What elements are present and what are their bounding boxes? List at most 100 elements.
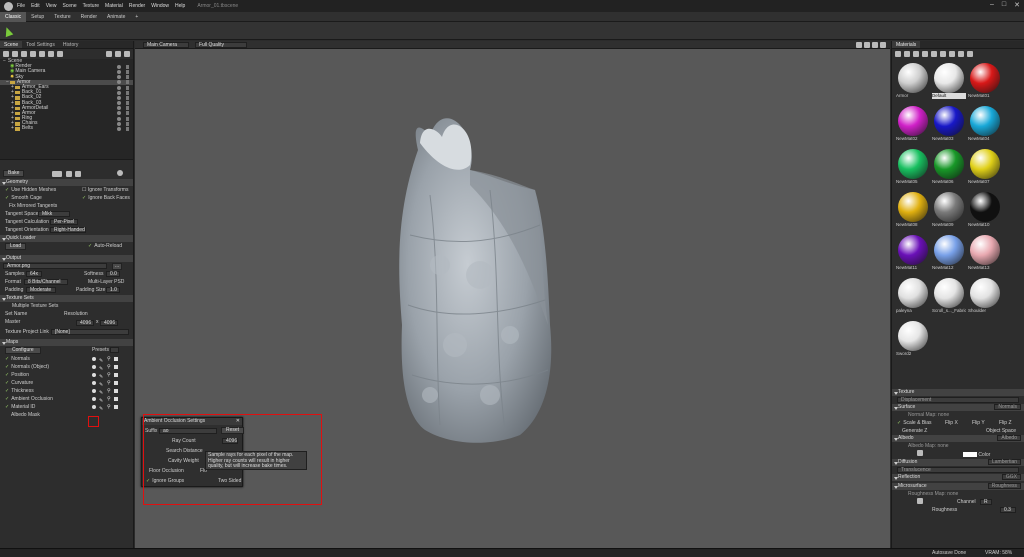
auto-reload-checkbox[interactable]: ✓ Auto-Reload <box>88 242 122 250</box>
material-thumbnail[interactable]: NewMat03 <box>932 104 966 147</box>
resolution-width-select[interactable]: 4096 <box>76 320 94 326</box>
tangent-calc-select[interactable]: Per-Pixel <box>50 219 78 225</box>
close-icon[interactable]: ✕ <box>1014 1 1020 9</box>
duplicate-icon[interactable] <box>115 51 121 57</box>
albedo-header[interactable]: Albedo Albedo <box>892 435 1024 442</box>
object-space-checkbox[interactable]: Object Space <box>986 427 1016 435</box>
bake-delete-icon[interactable] <box>75 171 81 177</box>
map-output-icon[interactable] <box>114 373 118 377</box>
map-checkbox[interactable]: ✓ <box>5 380 9 386</box>
channel-select[interactable]: R <box>980 499 992 505</box>
map-output-icon[interactable] <box>114 365 118 369</box>
material-thumbnail[interactable]: NewMat12 <box>932 233 966 276</box>
menu-help[interactable]: Help <box>175 3 185 9</box>
scale-bias-checkbox[interactable]: Scale & Bias <box>903 420 931 426</box>
material-thumbnail[interactable]: Sword2 <box>896 319 930 362</box>
map-settings-icon[interactable] <box>92 397 96 401</box>
padding-select[interactable]: Moderate <box>26 287 56 293</box>
new-object-icon[interactable] <box>3 51 9 57</box>
menu-edit[interactable]: Edit <box>31 3 40 9</box>
folder-icon[interactable] <box>106 51 112 57</box>
flip-z-checkbox[interactable]: Flip Z <box>999 419 1012 427</box>
project-link-select[interactable]: [None] <box>51 329 129 335</box>
tab-materials[interactable]: Materials <box>892 41 921 48</box>
normal-map-value[interactable]: none <box>938 412 949 418</box>
menu-render[interactable]: Render <box>129 3 145 9</box>
map-checkbox[interactable]: ✓ <box>5 372 9 378</box>
viewport-maximize-icon[interactable] <box>872 42 878 48</box>
tab-add[interactable]: + <box>130 12 143 22</box>
configure-button[interactable]: Configure <box>5 347 41 354</box>
geometry-header[interactable]: Geometry <box>0 179 133 186</box>
material-thumbnail[interactable]: NewMat10 <box>968 190 1002 233</box>
menu-texture[interactable]: Texture <box>83 3 99 9</box>
light-icon[interactable] <box>12 51 18 57</box>
material-thumbnail[interactable]: Default <box>932 61 966 104</box>
map-settings-icon[interactable] <box>92 381 96 385</box>
use-hidden-meshes-checkbox[interactable]: Use Hidden Meshes <box>11 187 56 193</box>
presets-select[interactable] <box>110 347 119 353</box>
material-delete-icon[interactable] <box>958 51 964 57</box>
diffusion-header[interactable]: Diffusion Lambertian <box>892 459 1024 466</box>
map-search-icon[interactable]: ⚲ <box>107 363 111 371</box>
map-item[interactable]: ✓ Normals ✎ ⚲ <box>0 355 133 364</box>
reflection-header[interactable]: Reflection GGX <box>892 474 1024 481</box>
camera-icon[interactable] <box>21 51 27 57</box>
map-output-icon[interactable] <box>114 381 118 385</box>
tab-tool-settings[interactable]: Tool Settings <box>22 41 59 48</box>
map-item[interactable]: ✓ Material ID ✎ ⚲ <box>0 403 133 412</box>
duplicate-material-icon[interactable] <box>904 51 910 57</box>
diffusion-select[interactable]: Lambertian <box>987 459 1021 465</box>
material-thumbnail[interactable]: NewMat02 <box>896 104 930 147</box>
menu-window[interactable]: Window <box>151 3 169 9</box>
map-settings-icon[interactable] <box>92 373 96 377</box>
roughness-map-value[interactable]: none <box>947 491 958 497</box>
flip-x-checkbox[interactable]: Flip X <box>945 419 958 427</box>
shape-icon[interactable] <box>48 51 54 57</box>
map-settings-icon[interactable] <box>92 365 96 369</box>
material-thumbnail[interactable]: NewMat13 <box>968 233 1002 276</box>
bake-settings-icon[interactable] <box>66 171 72 177</box>
map-output-icon[interactable] <box>114 389 118 393</box>
material-thumbnail[interactable]: NewMat01 <box>968 61 1002 104</box>
material-thumbnail[interactable]: NewMat06 <box>932 147 966 190</box>
output-header[interactable]: Output <box>0 255 133 262</box>
map-item[interactable]: ✓ Normals (Object) ✎ ⚲ <box>0 363 133 372</box>
import-material-icon[interactable] <box>913 51 919 57</box>
smooth-cage-checkbox[interactable]: Smooth Cage <box>11 195 42 201</box>
fix-mirrored-checkbox[interactable]: Fix Mirrored Tangents <box>0 202 133 210</box>
menu-view[interactable]: View <box>46 3 57 9</box>
multilayer-psd-checkbox[interactable]: Multi-Layer PSD <box>88 278 124 286</box>
roughness-preview-icon[interactable] <box>917 498 923 504</box>
material-thumbnail[interactable]: NewMat08 <box>896 190 930 233</box>
map-settings-icon[interactable] <box>92 357 96 361</box>
tab-history[interactable]: History <box>59 41 83 48</box>
material-thumbnail[interactable]: Shoulder <box>968 276 1002 319</box>
bake-icon[interactable] <box>30 51 36 57</box>
tab-setup[interactable]: Setup <box>26 12 49 22</box>
displacement-select[interactable]: Displacement <box>897 397 1019 403</box>
material-info-icon[interactable] <box>967 51 973 57</box>
surface-select[interactable]: Normals <box>994 404 1021 410</box>
albedo-select[interactable]: Albedo <box>997 435 1021 441</box>
generate-z-checkbox[interactable]: Generate Z <box>902 428 927 434</box>
quick-loader-header[interactable]: Quick Loader <box>0 235 133 242</box>
tab-texture[interactable]: Texture <box>49 12 75 22</box>
map-output-icon[interactable] <box>114 405 118 409</box>
tab-animate[interactable]: Animate <box>102 12 130 22</box>
flip-y-checkbox[interactable]: Flip Y <box>972 419 985 427</box>
maps-header[interactable]: Maps <box>0 339 133 346</box>
format-select[interactable]: 8 Bits/Channel <box>24 279 68 285</box>
map-output-icon[interactable] <box>114 357 118 361</box>
tangent-orient-select[interactable]: Right-Handed <box>50 227 86 233</box>
viewport-close-icon[interactable] <box>880 42 886 48</box>
map-checkbox[interactable]: ✓ <box>5 396 9 402</box>
surface-header[interactable]: Surface Normals <box>892 404 1024 411</box>
microsurface-header[interactable]: Microsurface Roughness <box>892 483 1024 490</box>
map-search-icon[interactable]: ⚲ <box>107 379 111 387</box>
map-item[interactable]: ✓ Position ✎ ⚲ <box>0 371 133 380</box>
reflection-select[interactable]: GGX <box>1001 474 1021 480</box>
delete-icon[interactable] <box>124 51 130 57</box>
albedo-color-swatch[interactable] <box>963 452 977 458</box>
padding-size-input[interactable]: 1.0 <box>106 287 120 293</box>
